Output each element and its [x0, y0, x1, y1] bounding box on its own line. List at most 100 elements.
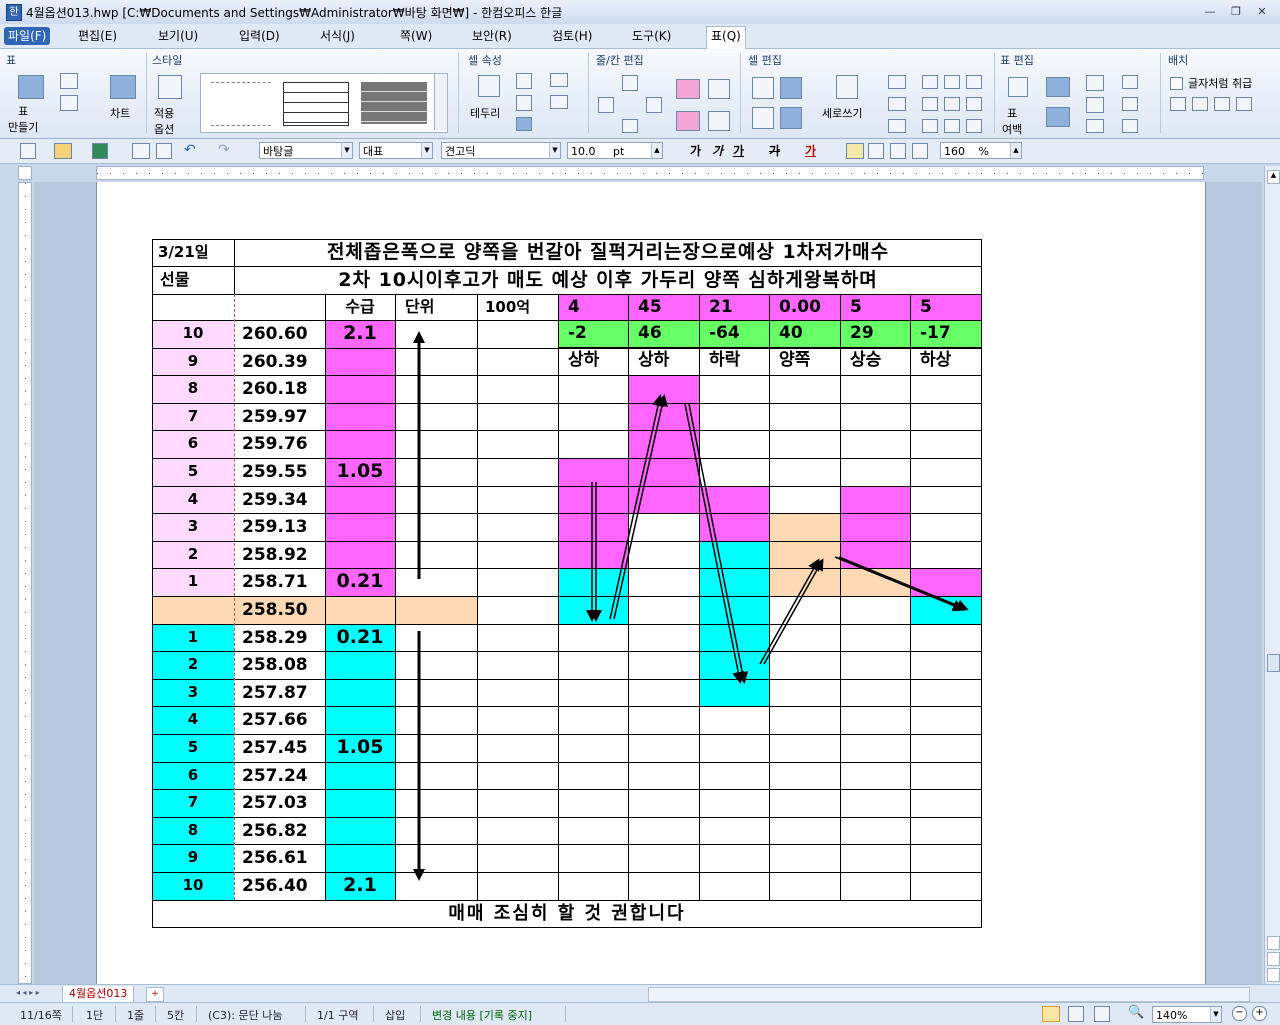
strike-button[interactable]: 가: [769, 143, 780, 159]
hwp-app-icon[interactable]: 한: [6, 4, 22, 21]
underline-button[interactable]: 가: [733, 143, 744, 159]
halign-2-icon[interactable]: [944, 75, 960, 89]
style-select[interactable]: 바탕글 ▼: [259, 142, 353, 159]
horizontal-scrollbar[interactable]: [648, 987, 1250, 1002]
scroll-thumb[interactable]: [1267, 654, 1280, 672]
menu-insert[interactable]: 입력(D): [235, 27, 284, 45]
make-table-button[interactable]: 표 만들기: [8, 103, 38, 135]
zoom-icon[interactable]: 🔍: [1128, 1005, 1144, 1020]
menu-view[interactable]: 보기(U): [154, 27, 202, 45]
border-button[interactable]: 테두리: [470, 105, 500, 121]
preview-icon[interactable]: [156, 143, 172, 159]
align-justify-icon[interactable]: [846, 143, 864, 159]
minimize-icon[interactable]: —: [1199, 3, 1221, 20]
align-top-icon[interactable]: [888, 75, 906, 89]
cell-height-icon[interactable]: [752, 107, 774, 129]
split-cells-icon[interactable]: [780, 77, 802, 99]
print-icon[interactable]: [132, 143, 150, 159]
apply-options-button[interactable]: 적용 옵션: [154, 105, 174, 137]
restore-icon[interactable]: ❐: [1225, 3, 1247, 20]
font-select[interactable]: 견고딕 ▼: [441, 142, 561, 159]
align-middle-icon[interactable]: [888, 97, 906, 111]
split-row-icon[interactable]: [708, 79, 730, 99]
vertical-writing-button[interactable]: 세로쓰기: [822, 105, 862, 121]
halign-6-icon[interactable]: [966, 97, 982, 111]
next-page-icon[interactable]: [1267, 968, 1280, 982]
cell-draw-icon[interactable]: [60, 73, 78, 89]
line-type-icon[interactable]: [550, 73, 568, 87]
menu-format[interactable]: 서식(J): [316, 27, 359, 45]
calc-2-icon[interactable]: [1122, 97, 1138, 111]
table-margin-icon[interactable]: [1008, 77, 1028, 97]
menu-tools[interactable]: 도구(K): [628, 27, 675, 45]
calc-1-icon[interactable]: [1122, 75, 1138, 89]
merge-cells-icon[interactable]: [752, 77, 774, 99]
split-col-icon[interactable]: [708, 111, 730, 131]
save-icon[interactable]: [92, 143, 108, 159]
align-right-icon[interactable]: [912, 143, 928, 159]
vertical-scrollbar[interactable]: ▲: [1264, 166, 1280, 984]
menu-review[interactable]: 검토(H): [548, 27, 596, 45]
halign-7-icon[interactable]: [922, 119, 938, 133]
line-color-icon[interactable]: [516, 73, 532, 89]
wrap-2-icon[interactable]: [1192, 97, 1208, 111]
tab-nav-icon[interactable]: ◂ ◂ ▸ ▸: [16, 988, 40, 997]
doc-tab-active[interactable]: 4월옵션013: [62, 986, 135, 1003]
menu-edit[interactable]: 편집(E): [74, 27, 121, 45]
font-size-field[interactable]: 10.0 pt ▲: [567, 142, 663, 159]
cell-fill-icon[interactable]: [516, 117, 532, 131]
new-doc-icon[interactable]: [20, 143, 36, 159]
chart-button[interactable]: 차트: [110, 105, 130, 121]
menu-table[interactable]: 표(Q): [706, 26, 746, 49]
insert-above-icon[interactable]: [622, 75, 638, 91]
insert-left-icon[interactable]: [598, 97, 614, 113]
scroll-up-icon[interactable]: ▲: [1267, 170, 1280, 184]
redo-icon[interactable]: ↷: [218, 142, 230, 158]
wrap-3-icon[interactable]: [1214, 97, 1230, 111]
italic-button[interactable]: 가: [712, 143, 723, 159]
zoom-out-icon[interactable]: −: [1232, 1006, 1247, 1021]
table-style-gallery[interactable]: [200, 73, 448, 133]
halign-1-icon[interactable]: [922, 75, 938, 89]
equal-height-icon[interactable]: [1046, 77, 1070, 97]
bold-button[interactable]: 가: [690, 143, 701, 159]
halign-9-icon[interactable]: [966, 119, 982, 133]
view-normal-icon[interactable]: [1042, 1006, 1060, 1022]
prev-page-icon[interactable]: [1267, 936, 1280, 950]
menu-page[interactable]: 쪽(W): [396, 27, 436, 45]
language-select[interactable]: 대표 ▼: [359, 142, 433, 159]
status-insert-mode[interactable]: 삽입: [385, 1007, 405, 1023]
wrap-4-icon[interactable]: [1236, 97, 1252, 111]
text-color-button[interactable]: 가: [805, 143, 816, 159]
line-spacing-field[interactable]: 160 % ▲: [940, 142, 1022, 159]
delete-row-icon[interactable]: [676, 79, 700, 99]
calc-3-icon[interactable]: [1122, 119, 1138, 133]
apply-options-icon[interactable]: [158, 75, 182, 99]
options-table[interactable]: 3/21일 전체좁은폭으로 양쪽을 번갈아 질퍽거리는장으로예상 1차저가매수 …: [152, 239, 982, 928]
treat-as-char-checkbox[interactable]: [1170, 77, 1183, 90]
halign-3-icon[interactable]: [966, 75, 982, 89]
align-bottom-icon[interactable]: [888, 119, 906, 133]
view-outline-icon[interactable]: [1094, 1006, 1110, 1022]
line-width-icon[interactable]: [550, 95, 568, 109]
table-prop-3-icon[interactable]: [1086, 119, 1104, 133]
page-nav-icon[interactable]: [1267, 952, 1280, 966]
menu-file[interactable]: 파일(F): [4, 27, 51, 45]
cell-width-icon[interactable]: [780, 107, 802, 129]
halign-5-icon[interactable]: [944, 97, 960, 111]
delete-col-icon[interactable]: [676, 111, 700, 131]
table-margin-button[interactable]: 표 여백: [1002, 105, 1022, 137]
fill-color-icon[interactable]: [516, 95, 532, 111]
insert-below-icon[interactable]: [622, 119, 638, 133]
insert-right-icon[interactable]: [646, 97, 662, 113]
halign-8-icon[interactable]: [944, 119, 960, 133]
table-prop-1-icon[interactable]: [1086, 75, 1104, 91]
view-page-icon[interactable]: [1068, 1006, 1084, 1022]
align-left-icon[interactable]: [868, 143, 884, 159]
horizontal-ruler[interactable]: [96, 166, 1204, 180]
make-table-icon[interactable]: [18, 75, 44, 99]
border-icon[interactable]: [478, 75, 500, 97]
wrap-1-icon[interactable]: [1170, 97, 1186, 111]
menu-security[interactable]: 보안(R): [468, 27, 516, 45]
status-track-changes[interactable]: 변경 내용 [기록 중지]: [432, 1007, 532, 1023]
